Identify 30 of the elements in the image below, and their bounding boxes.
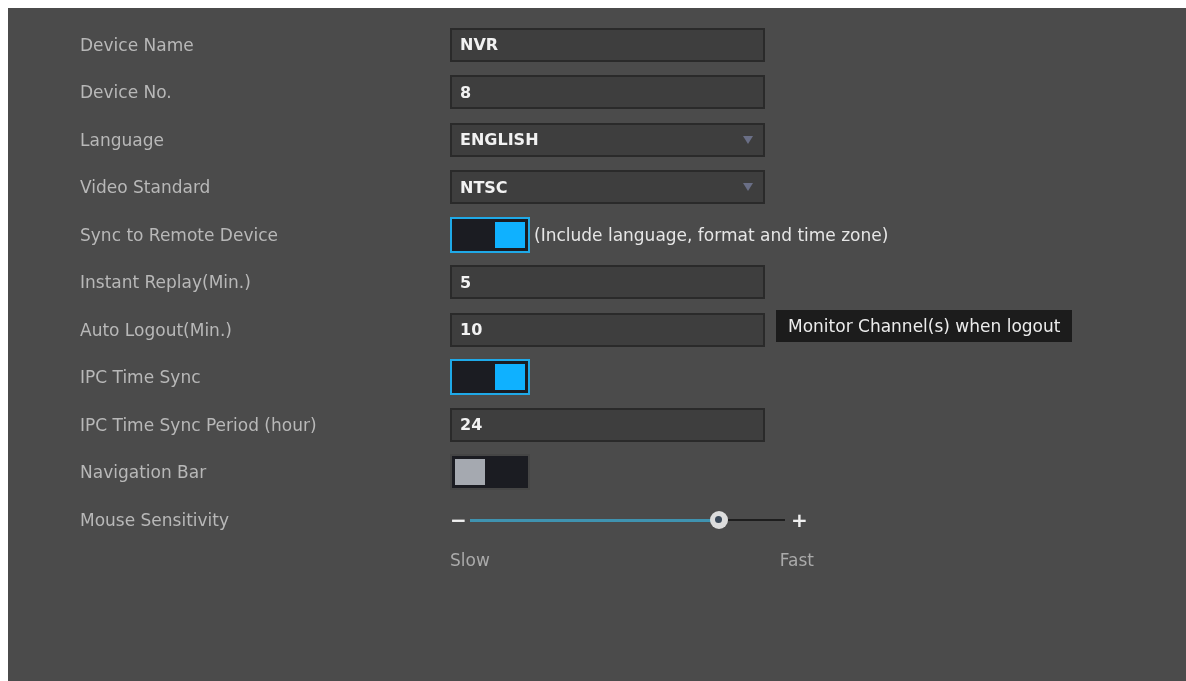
input-field[interactable]: 8 [450, 75, 765, 110]
caret-icon [743, 135, 753, 144]
dropdown[interactable]: NTSC [450, 170, 765, 205]
toggle-switch[interactable] [450, 454, 530, 491]
slider-thumb[interactable] [709, 510, 728, 529]
field-label: Sync to Remote Device [80, 224, 279, 245]
tooltip: Monitor Channel(s) when logout [776, 310, 1073, 342]
field-label: Instant Replay(Min.) [80, 272, 252, 293]
field-label: Language [80, 129, 165, 150]
field-label: IPC Time Sync [80, 367, 202, 388]
dropdown[interactable]: ENGLISH [450, 122, 765, 157]
toggle-note: (Include language, format and time zone) [534, 224, 889, 245]
toggle-switch[interactable] [450, 359, 530, 396]
input-field[interactable]: 10 [450, 312, 765, 347]
field-label: Mouse Sensitivity [80, 509, 231, 530]
input-field[interactable]: 5 [450, 265, 765, 300]
field-label: Auto Logout(Min.) [80, 319, 233, 340]
toggle-switch[interactable] [450, 216, 530, 253]
input-field[interactable]: 24 [450, 407, 765, 442]
field-label: Device Name [80, 34, 195, 55]
slow-label: Slow [450, 549, 490, 570]
field-label: Video Standard [80, 177, 212, 198]
field-label: Navigation Bar [80, 462, 208, 483]
minus-button[interactable]: − [450, 507, 464, 532]
caret-icon [743, 183, 753, 192]
plus-button[interactable]: + [791, 507, 805, 532]
field-label: IPC Time Sync Period (hour) [80, 414, 318, 435]
fast-label: Fast [779, 549, 814, 570]
field-label: Device No. [80, 82, 173, 103]
input-field[interactable]: NVR [450, 27, 765, 62]
